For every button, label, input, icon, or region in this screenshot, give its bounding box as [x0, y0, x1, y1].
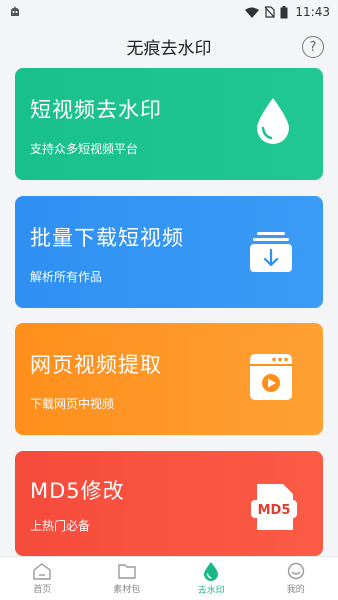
nav-item-home[interactable]: 首页 [0, 557, 85, 600]
nav-label: 我的 [286, 585, 305, 595]
status-bar: 11:43 [0, 0, 338, 24]
profile-icon [287, 562, 304, 580]
status-time: 11:43 [295, 5, 330, 19]
nav-label: 首页 [33, 585, 52, 595]
notification-app-icon [11, 6, 19, 16]
card-subtitle: 解析所有作品 [30, 270, 103, 284]
nav-item-materials[interactable]: 素材包 [85, 557, 170, 600]
nav-item-profile[interactable]: 我的 [254, 557, 338, 600]
status-left [8, 5, 22, 19]
nav-label: 去水印 [197, 586, 225, 596]
bottom-nav: 首页 素材包 去水印 我的 [0, 556, 338, 600]
page-title: 无痕去水印 [126, 38, 212, 59]
card-title: MD5修改 [30, 479, 125, 503]
wifi-icon [245, 7, 260, 18]
browser-video-icon [250, 354, 292, 400]
card-webpage-video[interactable]: 网页视频提取 下载网页中视频 [15, 323, 323, 435]
card-title: 网页视频提取 [30, 353, 162, 377]
card-subtitle: 支持众多短视频平台 [30, 142, 139, 156]
drop-icon [204, 562, 219, 581]
nav-item-remove-watermark[interactable]: 去水印 [169, 557, 254, 600]
card-batch-download[interactable]: 批量下载短视频 解析所有作品 [15, 196, 323, 308]
card-remove-watermark[interactable]: 短视频去水印 支持众多短视频平台 [15, 68, 323, 180]
help-button[interactable]: ? [302, 36, 324, 58]
status-right: 11:43 [245, 5, 330, 19]
card-subtitle: 上热门必备 [30, 519, 91, 533]
battery-icon [280, 5, 288, 18]
title-bar: 无痕去水印 ? [0, 28, 338, 64]
water-drop-icon [257, 98, 289, 144]
md5-file-icon: MD5 [251, 484, 297, 530]
download-stack-icon [250, 232, 292, 272]
nav-label: 素材包 [113, 585, 141, 595]
card-subtitle: 下载网页中视频 [30, 397, 115, 411]
home-icon [33, 563, 51, 580]
no-sim-icon [264, 6, 276, 18]
md5-icon-text: MD5 [258, 503, 291, 518]
folder-icon [118, 564, 136, 579]
card-md5-modify[interactable]: MD5修改 上热门必备 MD5 [15, 451, 323, 556]
card-title: 批量下载短视频 [30, 226, 184, 250]
card-title: 短视频去水印 [30, 98, 162, 122]
